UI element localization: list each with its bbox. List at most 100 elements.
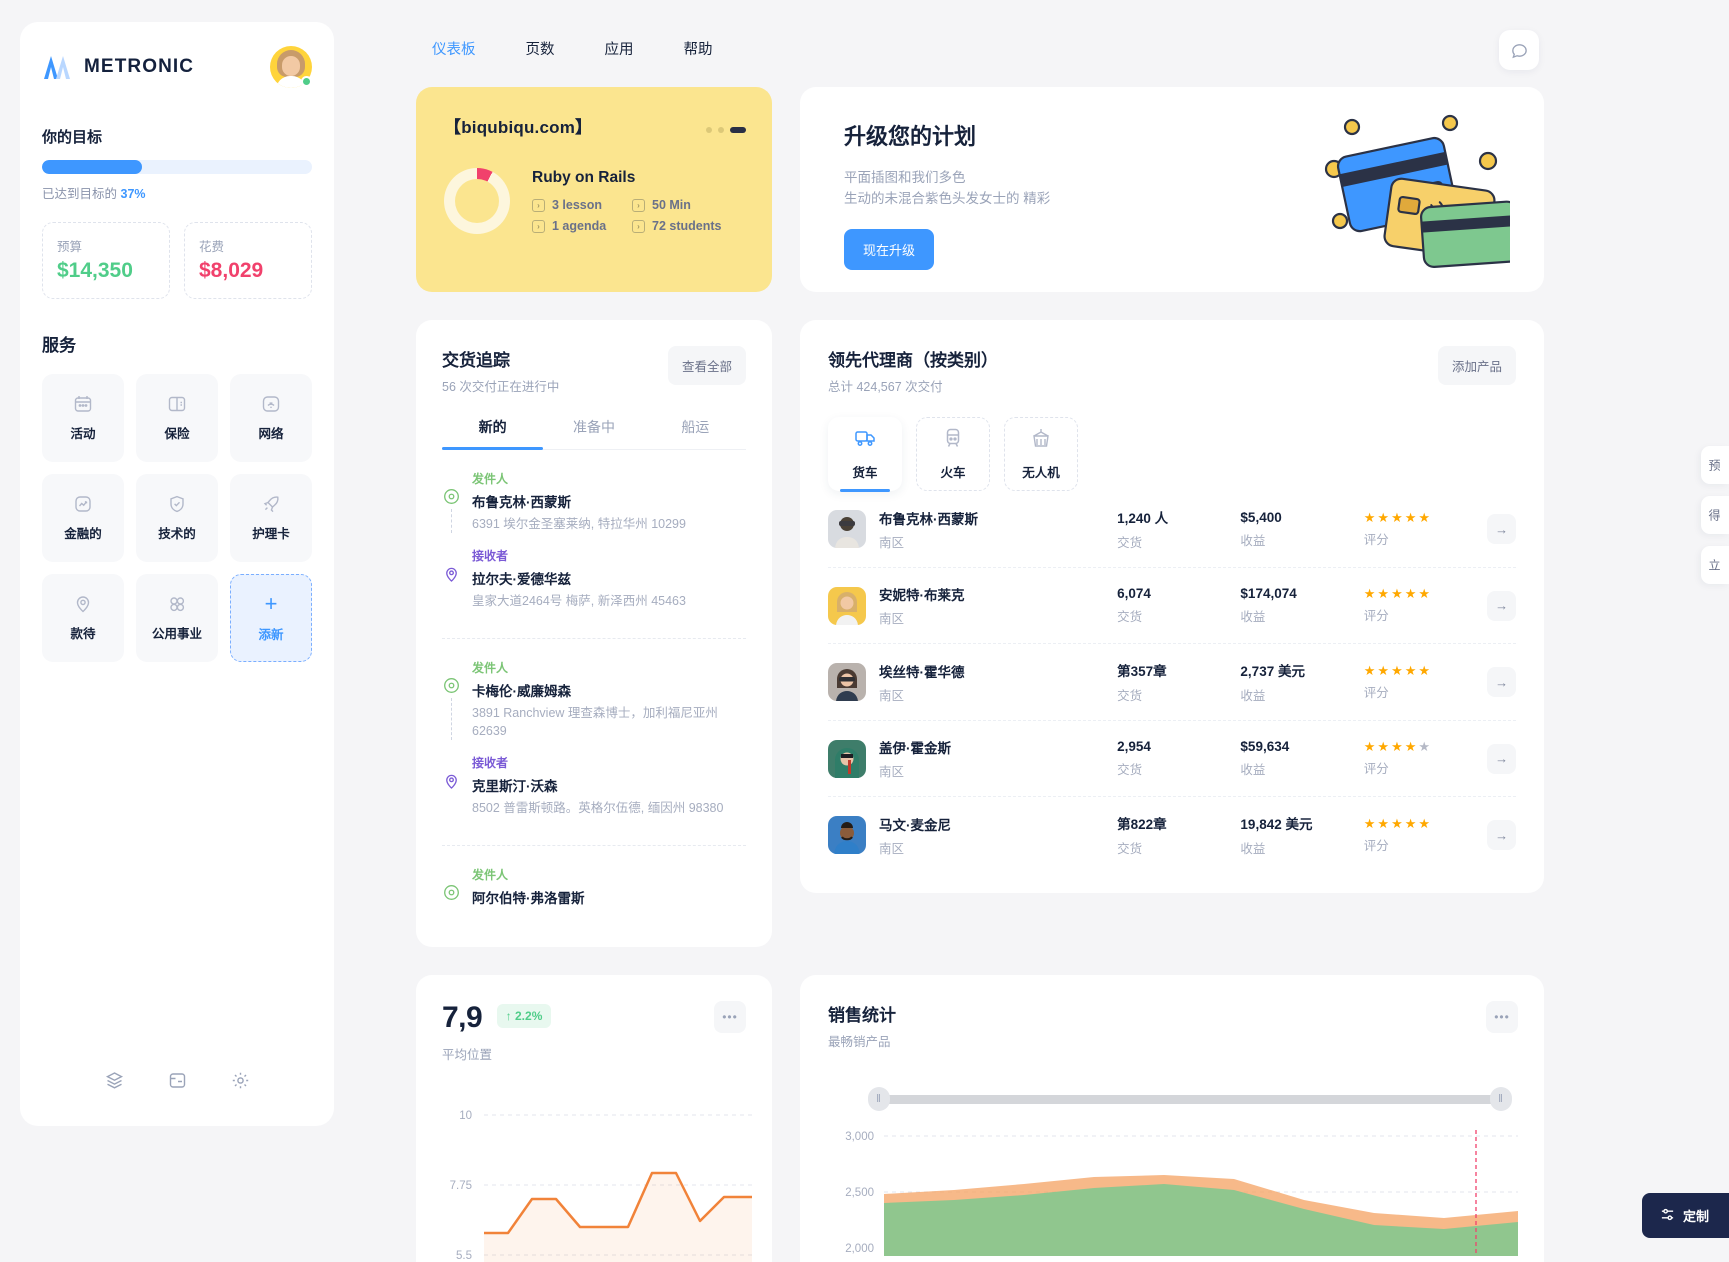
view-all-button[interactable]: 查看全部 [667, 346, 746, 385]
agent-revenue: $59,634 收益 [1240, 739, 1363, 778]
svg-text:3,000: 3,000 [845, 1131, 874, 1143]
star-rating: ★ ★ ★ ★ ★ [1363, 815, 1431, 831]
delivery-title: 交货追踪 [442, 351, 510, 370]
mode-drone[interactable]: 无人机 [1004, 417, 1078, 491]
plus-icon: + [264, 591, 278, 616]
goal-caption-text: 已达到目标的 [42, 187, 118, 201]
promo-pagination[interactable] [706, 127, 746, 133]
slider-handle-left[interactable]: ‖ [868, 1087, 890, 1111]
receiver-info: 接收者 拉尔夫·爱德华兹 皇家大道2464号 梅萨, 新泽西州 45463 [472, 547, 686, 610]
stat-spent: 花费 $8,029 [184, 222, 312, 299]
chat-bubble-icon[interactable] [1499, 30, 1539, 70]
stat-spent-value: $8,029 [199, 259, 264, 282]
upgrade-now-button[interactable]: 现在升级 [844, 229, 935, 270]
mode-train[interactable]: 火车 [916, 417, 990, 491]
add-product-button[interactable]: 添加产品 [1437, 346, 1516, 385]
service-tile-technical[interactable]: 技术的 [136, 474, 218, 562]
tab-shipping[interactable]: 船运 [645, 417, 746, 449]
rail-chip-2[interactable]: 得 [1701, 496, 1729, 534]
meta-label: 50 Min [652, 198, 691, 212]
slider-handle-right-glyph: ‖ [1498, 1093, 1504, 1105]
average-position-card: 7,9 ↑ 2.2% 平均位置 ••• 10 7.75 5.5 [416, 975, 772, 1262]
customize-button[interactable]: 定制 [1641, 1193, 1729, 1238]
chevron-right-icon: › [632, 219, 645, 233]
range-slider[interactable]: ‖ ‖ [868, 1087, 1512, 1111]
rocket-icon [261, 494, 281, 514]
agents-title: 领先代理商（按类别） [828, 351, 998, 370]
sender-info: 发件人 阿尔伯特·弗洛雷斯 [472, 866, 585, 911]
arrow-right-icon[interactable]: → [1487, 820, 1517, 850]
agent-rating: ★ ★ ★ ★ ★ 评分 [1364, 664, 1487, 701]
deliveries-value: 2,954 [1117, 739, 1151, 754]
service-tile-utilities[interactable]: 公用事业 [136, 574, 218, 662]
sales-title: 销售统计 [828, 1006, 896, 1025]
arrow-right-icon[interactable]: → [1487, 743, 1517, 774]
agent-revenue: 19,842 美元 收益 [1240, 813, 1363, 857]
nav-item-pages[interactable]: 页数 [510, 32, 571, 65]
chevron-right-icon: › [532, 219, 545, 233]
service-tile-activity[interactable]: 活动 [42, 374, 124, 462]
service-tile-add-new[interactable]: + 添新 [230, 574, 312, 662]
pagination-dot[interactable] [718, 127, 724, 133]
tab-preparing[interactable]: 准备中 [543, 417, 644, 449]
agent-region: 南区 [879, 765, 905, 779]
document-icon[interactable] [167, 1070, 188, 1096]
sender-pin-wrap [442, 866, 460, 911]
agent-name: 马文·麦金尼 [879, 817, 951, 833]
service-label: 技术的 [158, 527, 196, 541]
receiver-info: 接收者 克里斯汀·沃森 8502 普雷斯顿路。英格尔伍德, 缅因州 98380 [472, 754, 723, 817]
service-tile-insurance[interactable]: 保险 [136, 374, 218, 462]
tab-new[interactable]: 新的 [442, 417, 544, 450]
stat-budget-label: 预算 [57, 240, 83, 254]
slider-track[interactable] [874, 1095, 1506, 1104]
arrow-right-icon[interactable]: → [1487, 667, 1517, 697]
layers-icon[interactable] [104, 1070, 125, 1096]
delivery-route: 发件人 卡梅伦·威廉姆森 3891 Ranchview 理查森博士，加利福尼亚州… [442, 638, 746, 831]
agent-identity: 埃丝特·霍华德 南区 [828, 661, 1117, 704]
arrow-right-icon[interactable]: → [1487, 590, 1517, 621]
dots-horizontal-icon[interactable]: ••• [1486, 1001, 1518, 1033]
agents-heading: 领先代理商（按类别） 总计 424,567 次交付 [828, 346, 998, 395]
transport-mode-tabs: 货车 火车 无人机 [828, 417, 1516, 492]
agent-meta: 布鲁克林·西蒙斯 南区 [879, 508, 978, 551]
rail-chip-3[interactable]: 立 [1701, 546, 1729, 584]
nav-item-dashboard[interactable]: 仪表板 [416, 32, 492, 65]
agent-rating: ★ ★ ★ ★ ★ 评分 [1364, 587, 1487, 624]
budget-stats: 预算 $14,350 花费 $8,029 [42, 222, 312, 299]
chevron-right-icon: › [532, 198, 545, 212]
agent-rating: ★ ★ ★ ★ ★ 评分 [1364, 511, 1487, 548]
right-rail: 预 得 立 [1701, 446, 1729, 584]
nav-item-apps[interactable]: 应用 [589, 32, 650, 65]
agent-rating: ★ ★ ★ ★ ★ 评分 [1364, 740, 1487, 777]
agent-meta: 埃丝特·霍华德 南区 [879, 661, 965, 704]
avatar[interactable] [270, 46, 312, 88]
service-label: 公用事业 [151, 627, 202, 641]
meta-duration: › 50 Min [632, 198, 721, 212]
slider-handle-right[interactable]: ‖ [1490, 1087, 1512, 1111]
service-tile-network[interactable]: 网络 [230, 374, 312, 462]
service-tile-hospitality[interactable]: 款待 [42, 574, 124, 662]
nav-item-help[interactable]: 帮助 [668, 32, 729, 65]
pagination-dot-active[interactable] [730, 127, 746, 133]
rating-label: 评分 [1363, 838, 1389, 853]
service-tile-financial[interactable]: 金融的 [42, 474, 124, 562]
sidebar: METRONIC 你的目标 已达到目标的 37% 预算 $14,350 花费 $… [20, 22, 334, 1126]
rail-chip-1[interactable]: 预 [1701, 446, 1729, 484]
receiver-pin-wrap [442, 754, 460, 817]
brand[interactable]: METRONIC [42, 54, 194, 80]
services-title: 服务 [42, 336, 76, 355]
stat-budget: 预算 $14,350 [42, 222, 170, 299]
sidebar-footer [20, 1070, 334, 1096]
agent-deliveries: 6,074 交货 [1117, 586, 1240, 625]
svg-text:2,000: 2,000 [845, 1243, 874, 1255]
avg-value: 7,9 [442, 1001, 483, 1034]
promo-card: 【biqubiqu.com】 Ruby on Rails › 3 lesson … [416, 87, 772, 292]
gear-icon[interactable] [230, 1070, 251, 1096]
mode-truck[interactable]: 货车 [828, 417, 902, 492]
dots-horizontal-icon[interactable]: ••• [714, 1001, 746, 1033]
sales-statistics-card: 销售统计 最畅销产品 ••• ‖ ‖ 3,000 2,500 2,000 [800, 975, 1544, 1262]
sender-info: 发件人 卡梅伦·威廉姆森 3891 Ranchview 理查森博士，加利福尼亚州… [472, 659, 746, 740]
service-tile-care-card[interactable]: 护理卡 [230, 474, 312, 562]
pagination-dot[interactable] [706, 127, 712, 133]
arrow-right-icon[interactable]: → [1487, 514, 1517, 544]
